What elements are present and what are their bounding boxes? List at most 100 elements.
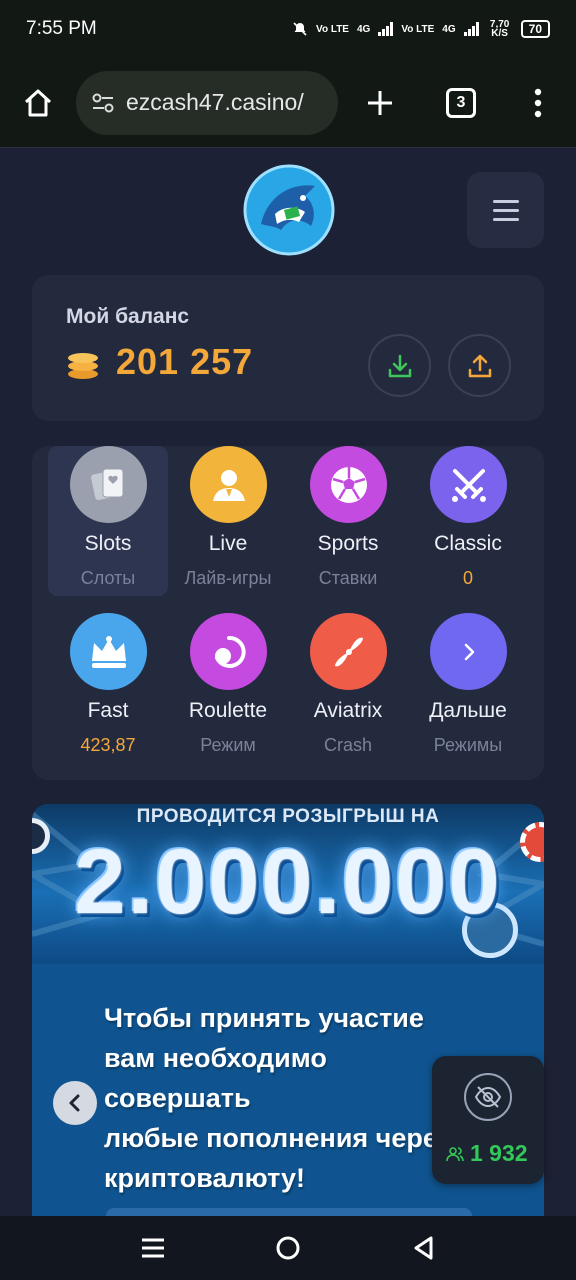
game-subtitle: Crash xyxy=(323,735,372,755)
home-circle-icon xyxy=(276,1236,300,1260)
net-type-2: 4G xyxy=(442,23,456,35)
network-1: Vo LTE xyxy=(316,23,349,35)
balance-card: Мой баланс 201 257 xyxy=(32,275,544,421)
recents-button[interactable] xyxy=(133,1228,173,1268)
tab-count: 3 xyxy=(446,87,476,118)
game-icon-bg xyxy=(310,446,387,523)
game-live[interactable]: Live Лайв-игры xyxy=(168,446,288,596)
game-icon-bg xyxy=(430,446,507,523)
new-tab-button[interactable] xyxy=(338,58,422,148)
banner-line: вам необходимо xyxy=(104,1043,327,1073)
browser-toolbar: ezcash47.casino/ 3 xyxy=(0,58,576,148)
game-icon-bg xyxy=(70,446,147,523)
menu-line xyxy=(492,217,519,221)
deposit-button[interactable] xyxy=(368,334,431,397)
game-icon-bg xyxy=(430,613,507,690)
crossed-swords-icon xyxy=(451,468,486,502)
shark-logo-icon[interactable] xyxy=(241,162,337,258)
balance-label: Мой баланс xyxy=(66,305,190,328)
banner-line: криптовалюту! xyxy=(104,1163,305,1193)
banner-line: любые пополнения через xyxy=(104,1123,452,1153)
crown-icon xyxy=(91,635,126,668)
network-2: Vo LTE xyxy=(401,23,435,35)
signal-icon xyxy=(378,22,394,36)
game-subtitle: Слоты xyxy=(80,568,136,588)
game-icon-bg xyxy=(70,613,147,690)
tab-switcher-button[interactable]: 3 xyxy=(422,58,500,148)
recents-icon xyxy=(142,1238,165,1258)
status-time: 7:55 PM xyxy=(26,18,97,39)
home-button[interactable] xyxy=(0,58,76,148)
game-subtitle: Режимы xyxy=(433,735,503,755)
game-subtitle: Ставки xyxy=(318,568,378,588)
game-title: Дальше xyxy=(429,699,507,722)
online-count-value: 1 932 xyxy=(470,1140,528,1166)
mute-icon xyxy=(293,22,307,36)
url-text: ezcash47.casino/ xyxy=(126,89,304,115)
coins-icon xyxy=(68,353,98,379)
home-icon xyxy=(24,89,52,116)
game-roulette[interactable]: Roulette Режим xyxy=(168,613,288,763)
address-bar[interactable]: ezcash47.casino/ xyxy=(76,70,338,135)
roulette-icon xyxy=(214,635,246,668)
game-subtitle: 0 xyxy=(462,568,473,588)
game-title: Slots xyxy=(84,532,132,555)
game-title: Classic xyxy=(434,532,502,555)
network-speed: 7,70 K/S xyxy=(489,19,510,39)
hamburger-menu-button[interactable] xyxy=(467,172,544,248)
users-icon xyxy=(446,1146,464,1161)
plus-icon xyxy=(368,90,392,115)
site-settings-icon[interactable] xyxy=(90,90,116,116)
withdraw-button[interactable] xyxy=(448,334,511,397)
hide-widget-button[interactable] xyxy=(464,1073,512,1121)
banner-kicker: ПРОВОДИТСЯ РОЗЫГРЫШ НА xyxy=(136,806,440,827)
online-count: 1 932 xyxy=(446,1140,528,1167)
home-nav-button[interactable] xyxy=(268,1228,308,1268)
game-subtitle: Лайв-игры xyxy=(184,568,272,588)
game-subtitle: Режим xyxy=(200,735,256,755)
game-title: Aviatrix xyxy=(313,699,383,722)
eye-off-icon xyxy=(474,1086,502,1108)
menu-line xyxy=(492,199,519,203)
game-title: Roulette xyxy=(188,699,268,722)
chevron-right-icon xyxy=(464,643,474,660)
games-menu: Slots Слоты Live Лайв-игры Sports Ставки… xyxy=(32,446,544,780)
propeller-icon xyxy=(334,637,363,666)
game-more[interactable]: Дальше Режимы xyxy=(408,613,528,763)
game-title: Sports xyxy=(317,532,379,555)
soccer-ball-icon xyxy=(330,466,367,503)
game-icon-bg xyxy=(190,446,267,523)
banner-line: Чтобы принять участие xyxy=(104,1003,424,1033)
game-icon-bg xyxy=(190,613,267,690)
system-navigation-bar xyxy=(0,1216,576,1280)
status-bar: 7:55 PM Vo LTE 4G Vo LTE 4G 7,70 K/S 70 xyxy=(0,0,576,58)
upload-icon xyxy=(468,354,491,377)
more-vert-icon xyxy=(534,88,542,117)
back-button[interactable] xyxy=(403,1228,443,1268)
online-widget[interactable]: 1 932 xyxy=(432,1056,544,1184)
battery-icon: 70 xyxy=(520,20,550,38)
game-classic[interactable]: Classic 0 xyxy=(408,446,528,596)
dealer-icon xyxy=(212,469,245,501)
banner-line: совершать xyxy=(104,1083,251,1113)
game-slots[interactable]: Slots Слоты xyxy=(48,446,168,596)
banner-header: ПРОВОДИТСЯ РОЗЫГРЫШ НА 2.000.000 xyxy=(32,804,544,964)
game-fast[interactable]: Fast 423,87 xyxy=(48,613,168,763)
banner-action-button[interactable] xyxy=(106,1208,472,1216)
banner-text: Чтобы принять участие вам необходимо сов… xyxy=(104,998,452,1198)
game-aviatrix[interactable]: Aviatrix Crash xyxy=(288,613,408,763)
game-subtitle: 423,87 xyxy=(80,735,136,755)
game-icon-bg xyxy=(310,613,387,690)
back-icon xyxy=(414,1236,433,1260)
banner-prev-button[interactable] xyxy=(53,1081,97,1125)
banner-amount: 2.000.000 xyxy=(74,831,502,933)
download-icon xyxy=(388,354,411,377)
status-icons: Vo LTE 4G Vo LTE 4G 7,70 K/S 70 xyxy=(292,19,550,39)
game-title: Fast xyxy=(87,699,129,722)
balance-value: 201 257 xyxy=(116,341,254,382)
cards-icon xyxy=(90,468,123,500)
menu-line xyxy=(492,208,519,212)
browser-menu-button[interactable] xyxy=(500,58,576,148)
net-type-1: 4G xyxy=(356,23,371,35)
game-sports[interactable]: Sports Ставки xyxy=(288,446,408,596)
